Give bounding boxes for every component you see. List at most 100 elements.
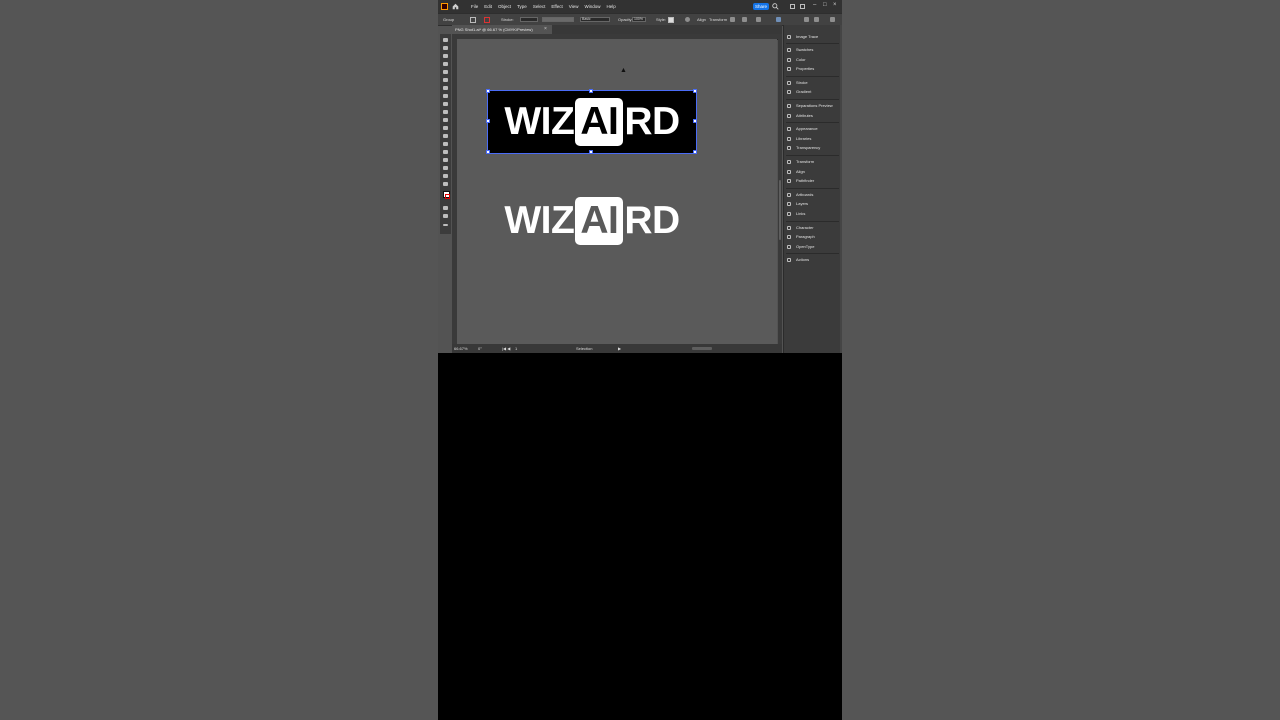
menu-view[interactable]: View <box>566 2 582 11</box>
screen-mode-icon[interactable] <box>443 214 448 218</box>
stroke-color-icon[interactable] <box>445 194 450 199</box>
transform-options-icon[interactable] <box>730 17 735 22</box>
artboard-navigation-icon[interactable]: |◀ ◀ <box>502 345 510 352</box>
close-window-icon[interactable]: × <box>833 2 837 9</box>
menu-object[interactable]: Object <box>495 2 514 11</box>
fill-swatch-icon[interactable] <box>470 17 476 23</box>
panel-swatches[interactable]: Swatches <box>787 46 839 54</box>
hand-tool-icon[interactable] <box>443 166 448 170</box>
panel-appearance[interactable]: Appearance <box>787 125 839 133</box>
gradient-tool-icon[interactable] <box>443 126 448 130</box>
edit-toolbar-icon[interactable] <box>443 224 448 226</box>
panel-opentype[interactable]: OpenType <box>787 243 839 251</box>
paintbrush-tool-icon[interactable] <box>443 78 448 82</box>
type-tool-icon[interactable] <box>443 86 448 90</box>
maximize-icon[interactable]: □ <box>823 2 827 9</box>
stroke-swatch-icon[interactable] <box>484 17 490 23</box>
resize-handle-se[interactable] <box>693 150 697 154</box>
menu-file[interactable]: File <box>468 2 481 11</box>
select-similar-icon[interactable] <box>776 17 781 22</box>
stroke-weight-field[interactable] <box>520 17 538 22</box>
resize-handle-e[interactable] <box>693 119 697 123</box>
resize-handle-ne[interactable] <box>693 89 697 93</box>
arrange-documents-icon[interactable] <box>790 4 795 9</box>
artboard-number[interactable]: 1 <box>515 345 517 352</box>
artboard-tool-icon[interactable] <box>443 158 448 162</box>
align-link[interactable]: Align <box>697 16 706 23</box>
variable-width-field[interactable] <box>542 17 574 22</box>
document-setup-icon[interactable] <box>804 17 809 22</box>
resize-handle-w[interactable] <box>486 119 490 123</box>
resize-handle-nw[interactable] <box>486 89 490 93</box>
swap-fill-stroke-icon[interactable] <box>443 182 448 186</box>
share-button[interactable]: Share <box>753 3 769 10</box>
graphic-style-swatch-icon[interactable] <box>668 17 674 23</box>
panel-artboards[interactable]: Artboards <box>787 191 839 199</box>
panel-transform[interactable]: Transform <box>787 158 839 166</box>
arrange-icon[interactable] <box>742 17 747 22</box>
panel-transparency[interactable]: Transparency <box>787 144 839 152</box>
eyedropper-tool-icon[interactable] <box>443 134 448 138</box>
menu-help[interactable]: Help <box>603 2 618 11</box>
vertical-scroll-thumb[interactable] <box>779 180 781 240</box>
eraser-tool-icon[interactable] <box>443 102 448 106</box>
panel-libraries[interactable]: Libraries <box>787 135 839 143</box>
menu-effect[interactable]: Effect <box>548 2 565 11</box>
panel-layers[interactable]: Layers <box>787 200 839 208</box>
panel-properties[interactable]: Properties <box>787 65 839 73</box>
blend-tool-icon[interactable] <box>443 142 448 146</box>
document-tab[interactable]: PNG Shot1.ai* @ 66.67 % (CMYK/Preview) <box>452 25 552 34</box>
brush-field[interactable]: Basic <box>580 17 610 22</box>
opacity-field[interactable]: 100% <box>632 17 646 22</box>
panel-pathfinder[interactable]: Pathfinder <box>787 177 839 185</box>
panel-actions[interactable]: Actions <box>787 256 839 264</box>
menu-type[interactable]: Type <box>514 2 530 11</box>
resize-handle-n[interactable] <box>589 89 593 93</box>
search-icon[interactable] <box>772 3 779 10</box>
opacity-value: 100% <box>634 17 643 21</box>
horizontal-scroll-thumb[interactable] <box>692 347 712 350</box>
wizard-logo-transparent[interactable]: WIZ AI RD <box>488 190 696 252</box>
draw-mode-icon[interactable] <box>443 206 448 210</box>
direct-selection-tool-icon[interactable] <box>443 46 448 50</box>
panel-color[interactable]: Color <box>787 56 839 64</box>
pen-tool-icon[interactable] <box>443 54 448 58</box>
symbol-sprayer-tool-icon[interactable] <box>443 150 448 154</box>
document-tab-bar: PNG Shot1.ai* @ 66.67 % (CMYK/Preview) × <box>452 25 782 34</box>
scale-tool-icon[interactable] <box>443 110 448 114</box>
zoom-level[interactable]: 66.67% <box>454 345 468 352</box>
pathfinder-icon <box>787 179 791 183</box>
rotate-tool-icon[interactable] <box>443 94 448 98</box>
status-arrow-icon[interactable]: ▶ <box>618 345 621 352</box>
menu-select[interactable]: Select <box>530 2 549 11</box>
panel-stroke[interactable]: Stroke <box>787 79 839 87</box>
panel-image-trace[interactable]: Image Trace <box>787 33 839 41</box>
menu-edit[interactable]: Edit <box>481 2 495 11</box>
panel-attributes[interactable]: Attributes <box>787 112 839 120</box>
panel-menu-icon[interactable] <box>830 17 835 22</box>
selection-tool-icon[interactable] <box>443 38 448 42</box>
rotation-angle[interactable]: 0° <box>478 345 482 352</box>
close-document-icon[interactable]: × <box>544 25 547 34</box>
selection-bounding-box[interactable] <box>487 90 697 154</box>
preferences-icon[interactable] <box>814 17 819 22</box>
rectangle-tool-icon[interactable] <box>443 70 448 74</box>
panel-separations-preview[interactable]: Separations Preview <box>787 102 839 110</box>
recolor-icon[interactable] <box>685 17 690 22</box>
isolate-group-icon[interactable] <box>756 17 761 22</box>
panel-gradient[interactable]: Gradient <box>787 88 839 96</box>
curvature-tool-icon[interactable] <box>443 62 448 66</box>
workspace-switcher-icon[interactable] <box>800 4 805 9</box>
panel-align[interactable]: Align <box>787 168 839 176</box>
panel-links[interactable]: Links <box>787 210 839 218</box>
resize-handle-s[interactable] <box>589 150 593 154</box>
menu-window[interactable]: Window <box>581 2 603 11</box>
transform-link[interactable]: Transform <box>709 16 727 23</box>
home-icon[interactable] <box>452 3 459 10</box>
panel-paragraph[interactable]: Paragraph <box>787 233 839 241</box>
panel-character[interactable]: Character <box>787 224 839 232</box>
minimize-icon[interactable]: – <box>813 2 816 9</box>
resize-handle-sw[interactable] <box>486 150 490 154</box>
zoom-tool-icon[interactable] <box>443 174 448 178</box>
shape-builder-tool-icon[interactable] <box>443 118 448 122</box>
